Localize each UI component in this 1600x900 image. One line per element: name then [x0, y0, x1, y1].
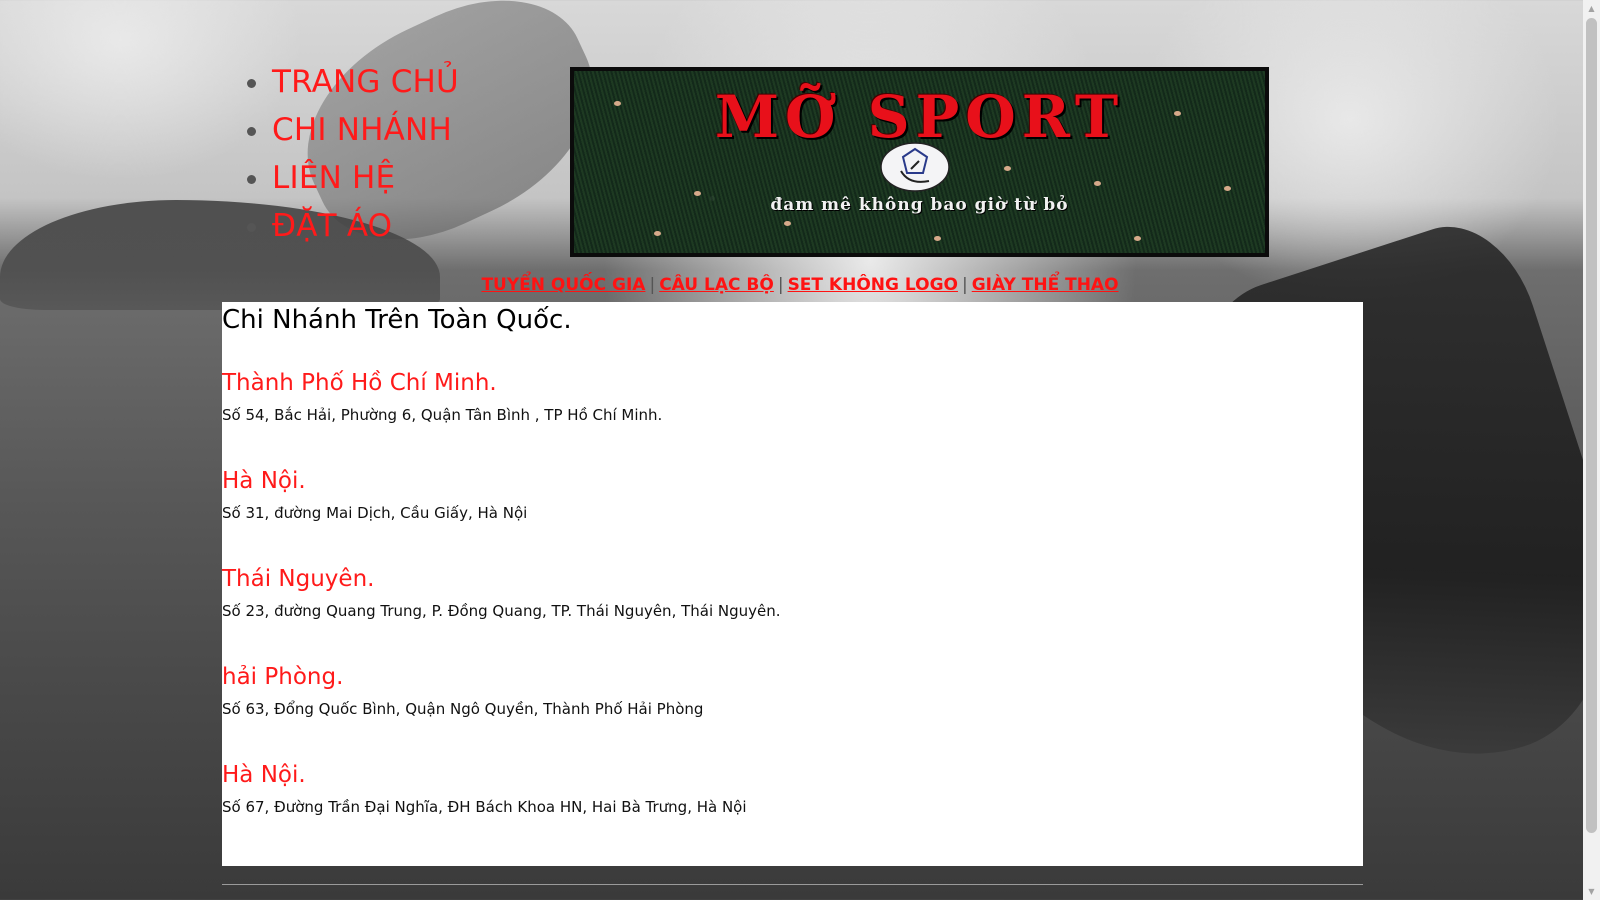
scroll-down-arrow-icon[interactable]: ▼ — [1583, 883, 1600, 900]
page-title: Chi Nhánh Trên Toàn Quốc. — [222, 305, 572, 335]
vertical-scrollbar[interactable]: ▲ ▼ — [1583, 0, 1600, 900]
leaf-decoration — [1224, 186, 1231, 191]
branch-address: Số 63, Đổng Quốc Bình, Quận Ngô Quyền, T… — [222, 700, 704, 718]
nav-item-dat-ao[interactable]: ĐẶT ÁO — [272, 202, 459, 250]
nav-item-trang-chu[interactable]: TRANG CHỦ — [272, 58, 459, 106]
nav-link-lien-he[interactable]: LIÊN HỆ — [272, 160, 395, 196]
branch-address: Số 31, đường Mai Dịch, Cầu Giấy, Hà Nội — [222, 504, 528, 522]
soccer-ball-icon — [880, 142, 950, 192]
category-link-cau-lac-bo[interactable]: CÂU LẠC BỘ — [659, 275, 774, 295]
scroll-up-arrow-icon[interactable]: ▲ — [1583, 0, 1600, 17]
branch-item: Hà Nội. Số 31, đường Mai Dịch, Cầu Giấy,… — [222, 466, 1363, 524]
leaf-decoration — [784, 221, 791, 226]
nav-link-dat-ao[interactable]: ĐẶT ÁO — [272, 208, 392, 244]
branch-city: Thành Phố Hồ Chí Minh. — [222, 370, 497, 396]
logo-tagline: đam mê không bao giờ từ bỏ — [770, 195, 1069, 215]
leaf-decoration — [654, 231, 661, 236]
scrollbar-thumb[interactable] — [1586, 18, 1597, 833]
branch-item: Thành Phố Hồ Chí Minh. Số 54, Bắc Hải, P… — [222, 368, 1363, 426]
leaf-decoration — [1004, 166, 1011, 171]
branch-address: Số 54, Bắc Hải, Phường 6, Quận Tân Bình … — [222, 406, 663, 424]
branch-city: hải Phòng. — [222, 664, 344, 690]
nav-separator: | — [649, 275, 656, 295]
category-link-giay-the-thao[interactable]: GIÀY THỂ THAO — [972, 275, 1119, 295]
leaf-decoration — [1094, 181, 1101, 186]
nav-item-chi-nhanh[interactable]: CHI NHÁNH — [272, 106, 459, 154]
nav-link-chi-nhanh[interactable]: CHI NHÁNH — [272, 112, 452, 148]
branches-panel: Chi Nhánh Trên Toàn Quốc. Thành Phố Hồ C… — [222, 302, 1363, 866]
category-nav: TUYỂN QUỐC GIA | CÂU LẠC BỘ | SET KHÔNG LOGO… — [0, 275, 1600, 295]
divider — [222, 884, 1363, 885]
branch-item: hải Phòng. Số 63, Đổng Quốc Bình, Quận N… — [222, 662, 1363, 720]
leaf-decoration — [934, 236, 941, 241]
branch-city: Hà Nội. — [222, 468, 306, 494]
site-logo[interactable]: MỠ SPORT đam mê không bao giờ từ bỏ — [570, 67, 1269, 257]
branch-city: Hà Nội. — [222, 762, 306, 788]
branch-item: Thái Nguyên. Số 23, đường Quang Trung, P… — [222, 564, 1363, 622]
branch-item: Hà Nội. Số 67, Đường Trần Đại Nghĩa, ĐH … — [222, 760, 1363, 818]
category-link-tuyen-quoc-gia[interactable]: TUYỂN QUỐC GIA — [481, 275, 645, 295]
leaf-decoration — [1134, 236, 1141, 241]
branch-address: Số 23, đường Quang Trung, P. Đồng Quang,… — [222, 602, 781, 620]
branch-city: Thái Nguyên. — [222, 566, 375, 592]
main-nav: TRANG CHỦ CHI NHÁNH LIÊN HỆ ĐẶT ÁO — [232, 58, 459, 250]
nav-item-lien-he[interactable]: LIÊN HỆ — [272, 154, 459, 202]
nav-separator: | — [777, 275, 784, 295]
nav-link-trang-chu[interactable]: TRANG CHỦ — [272, 64, 459, 100]
nav-separator: | — [961, 275, 968, 295]
branch-address: Số 67, Đường Trần Đại Nghĩa, ĐH Bách Kho… — [222, 798, 747, 816]
category-link-set-khong-logo[interactable]: SET KHÔNG LOGO — [788, 275, 958, 295]
